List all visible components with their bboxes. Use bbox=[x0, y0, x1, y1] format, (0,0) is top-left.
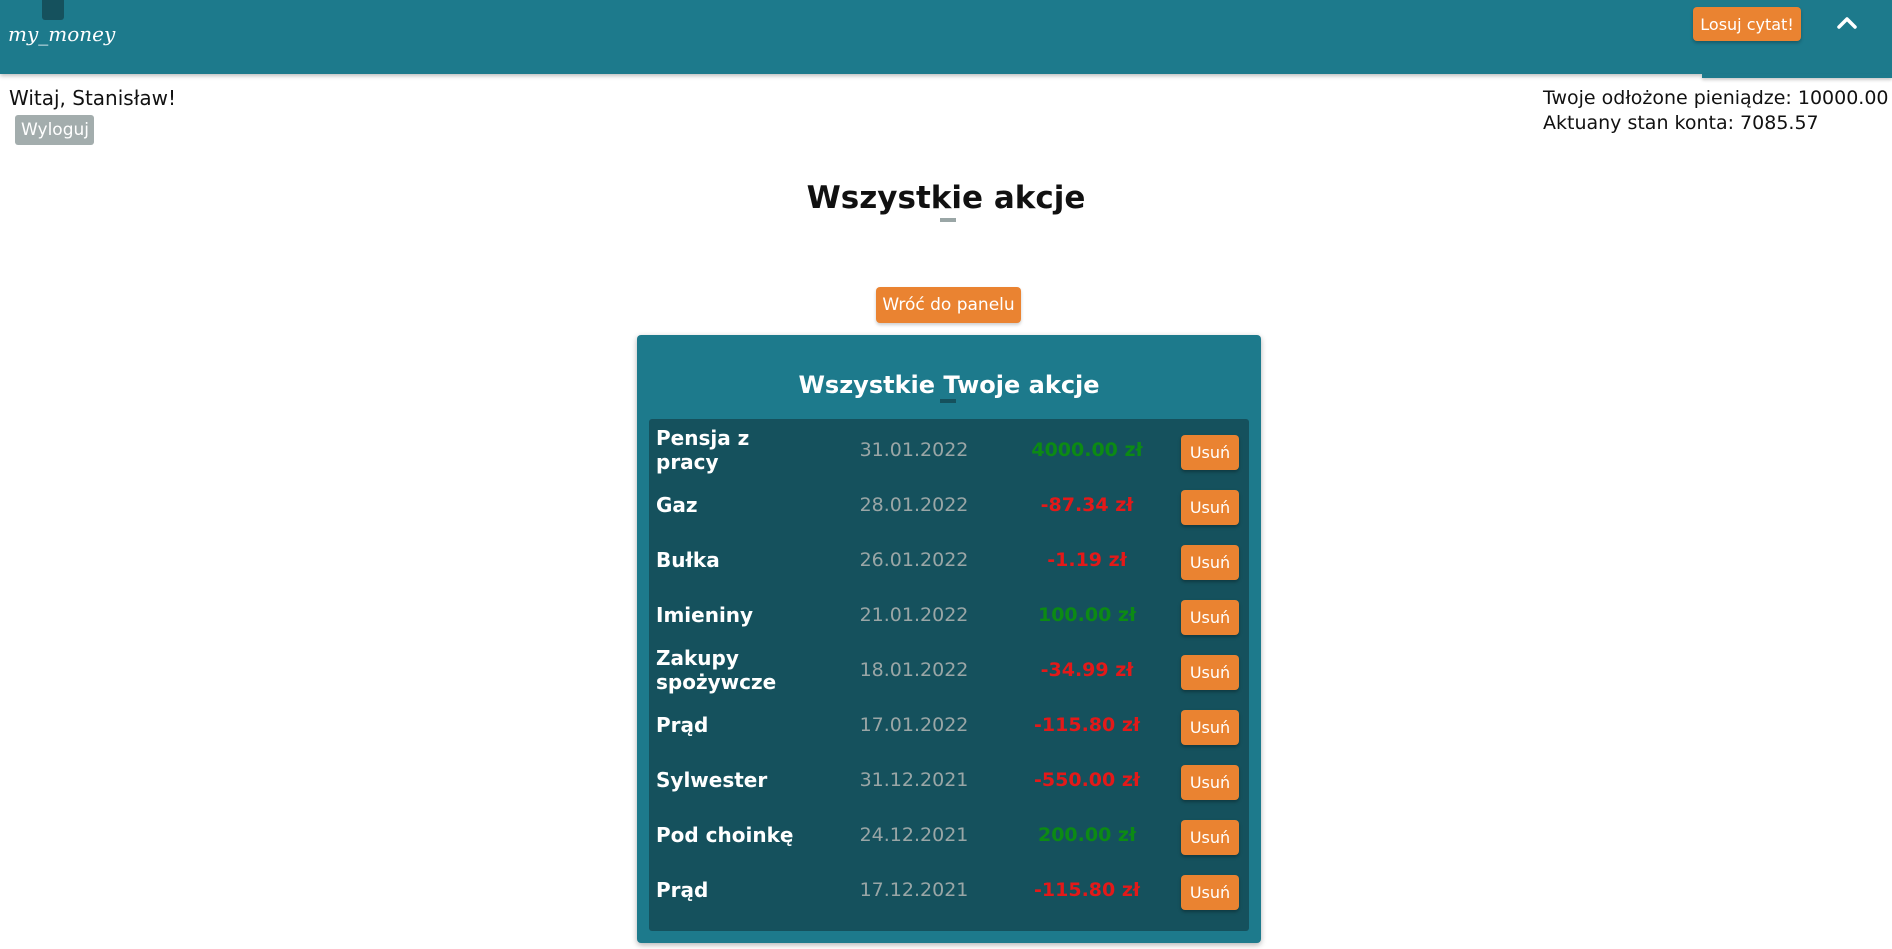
delete-action-button[interactable]: Usuń bbox=[1181, 490, 1239, 525]
action-date: 26.01.2022 bbox=[859, 548, 969, 571]
account-summary: Twoje odłożone pieniądze: 10000.00 Aktua… bbox=[1543, 86, 1889, 136]
delete-action-button[interactable]: Usuń bbox=[1181, 765, 1239, 800]
balance-text: Aktuany stan konta: 7085.57 bbox=[1543, 112, 1819, 134]
action-row: Prąd 17.12.2021 -115.80 zł Usuń bbox=[649, 862, 1249, 917]
action-name: Sylwester bbox=[656, 767, 768, 792]
savings-text: Twoje odłożone pieniądze: 10000.00 bbox=[1543, 87, 1889, 109]
page-title: Wszystkie akcje bbox=[806, 180, 1086, 216]
action-row: Zakupy spożywcze 18.01.2022 -34.99 zł Usuń bbox=[649, 642, 1249, 697]
back-to-panel-button[interactable]: Wróć do panelu bbox=[876, 287, 1021, 323]
delete-action-button[interactable]: Usuń bbox=[1181, 710, 1239, 745]
delete-action-button[interactable]: Usuń bbox=[1181, 820, 1239, 855]
action-amount: -34.99 zł bbox=[1040, 658, 1134, 681]
greeting: Witaj, Stanisław! bbox=[9, 86, 177, 110]
action-name: Prąd bbox=[656, 877, 709, 902]
delete-action-button[interactable]: Usuń bbox=[1181, 655, 1239, 690]
action-date: 31.01.2022 bbox=[859, 438, 969, 461]
title-underline bbox=[940, 218, 956, 222]
action-name: Prąd bbox=[656, 712, 709, 737]
action-amount: -87.34 zł bbox=[1040, 493, 1134, 516]
action-row: Gaz 28.01.2022 -87.34 zł Usuń bbox=[649, 477, 1249, 532]
action-amount: -115.80 zł bbox=[1034, 713, 1140, 736]
action-amount: -115.80 zł bbox=[1034, 878, 1140, 901]
actions-table: Pensja z pracy 31.01.2022 4000.00 zł Usuń Ga… bbox=[649, 419, 1249, 931]
action-amount: -550.00 zł bbox=[1034, 768, 1140, 791]
delete-action-button[interactable]: Usuń bbox=[1181, 435, 1239, 470]
action-amount: 100.00 zł bbox=[1037, 603, 1137, 626]
action-row: Sylwester 31.12.2021 -550.00 zł Usuń bbox=[649, 752, 1249, 807]
action-row: Pod choinkę 24.12.2021 200.00 zł Usuń bbox=[649, 807, 1249, 862]
card-title: Wszystkie Twoje akcje bbox=[798, 371, 1100, 399]
action-row: Bułka 26.01.2022 -1.19 zł Usuń bbox=[649, 532, 1249, 587]
random-quote-button[interactable]: Losuj cytat! bbox=[1693, 7, 1801, 41]
action-date: 21.01.2022 bbox=[859, 603, 969, 626]
card-title-underline bbox=[940, 399, 956, 403]
action-name: Bułka bbox=[656, 547, 720, 572]
action-name: Imieniny bbox=[656, 602, 754, 627]
action-row: Prąd 17.01.2022 -115.80 zł Usuń bbox=[649, 697, 1249, 752]
logo-text[interactable]: my_money bbox=[8, 22, 115, 46]
action-name: Pod choinkę bbox=[656, 822, 794, 847]
action-row: Pensja z pracy 31.01.2022 4000.00 zł Usuń bbox=[649, 422, 1249, 477]
navbar: my_money Losuj cytat! bbox=[0, 0, 1892, 74]
action-date: 18.01.2022 bbox=[859, 658, 969, 681]
delete-action-button[interactable]: Usuń bbox=[1181, 545, 1239, 580]
action-name: Pensja z pracy bbox=[656, 425, 750, 474]
nav-dropdown-edge bbox=[1702, 74, 1892, 78]
delete-action-button[interactable]: Usuń bbox=[1181, 875, 1239, 910]
action-row: Imieniny 21.01.2022 100.00 zł Usuń bbox=[649, 587, 1249, 642]
action-date: 28.01.2022 bbox=[859, 493, 969, 516]
action-name: Zakupy spożywcze bbox=[656, 645, 777, 694]
action-amount: 4000.00 zł bbox=[1031, 438, 1143, 461]
action-date: 31.12.2021 bbox=[859, 768, 969, 791]
action-date: 17.01.2022 bbox=[859, 713, 969, 736]
action-date: 17.12.2021 bbox=[859, 878, 969, 901]
action-name: Gaz bbox=[656, 492, 698, 517]
action-date: 24.12.2021 bbox=[859, 823, 969, 846]
actions-card: Wszystkie Twoje akcje Pensja z pracy 31.0… bbox=[637, 335, 1261, 943]
action-amount: -1.19 zł bbox=[1047, 548, 1127, 571]
chevron-up-icon[interactable] bbox=[1836, 12, 1858, 34]
action-amount: 200.00 zł bbox=[1037, 823, 1137, 846]
logout-button[interactable]: Wyloguj bbox=[15, 115, 94, 145]
delete-action-button[interactable]: Usuń bbox=[1181, 600, 1239, 635]
wallet-icon[interactable] bbox=[42, 0, 64, 20]
